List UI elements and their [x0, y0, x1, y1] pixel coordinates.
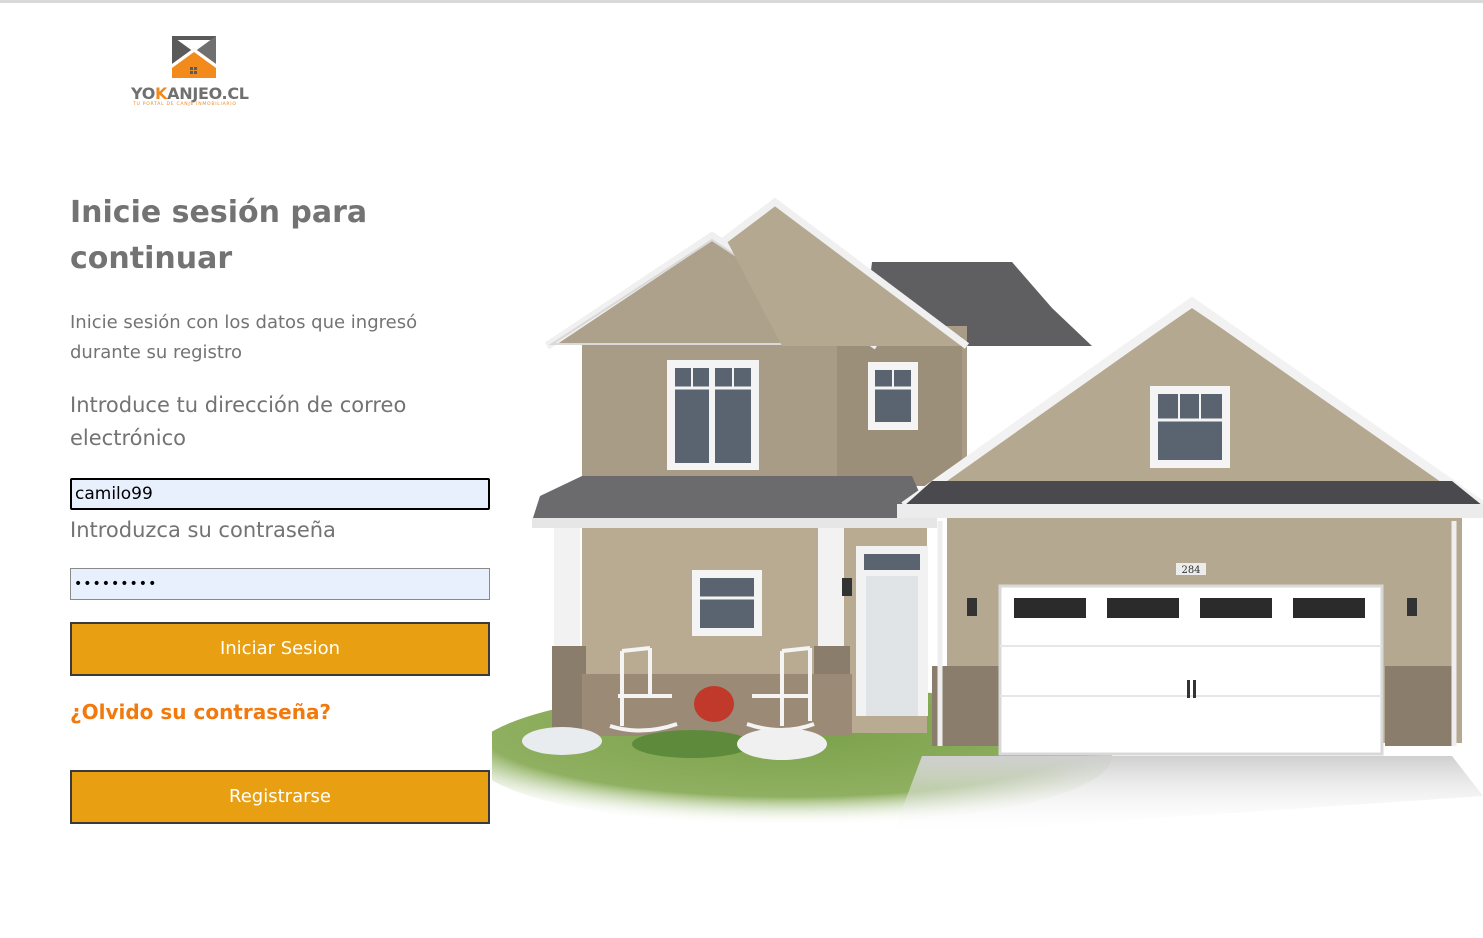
house-image: 284 [492, 197, 1483, 836]
login-subtitle: Inicie sesión con los datos que ingresó … [70, 312, 418, 363]
driveway [892, 756, 1483, 836]
brand-name: YOKANJEO.CL [131, 84, 249, 103]
porch-column-left [554, 528, 580, 646]
top-border [0, 0, 1483, 3]
brand-prefix: YO [131, 84, 156, 103]
register-button[interactable]: Registrarse [70, 770, 490, 824]
address-number: 284 [1181, 565, 1200, 576]
house-logo-icon [172, 36, 216, 78]
flower-bush [694, 686, 734, 722]
brand-suffix: ANJEO.CL [167, 84, 249, 103]
porch-window [692, 570, 762, 636]
lamp-garage-left [967, 598, 977, 616]
garage-door [998, 584, 1384, 756]
email-label: Introduce tu dirección de correo electró… [70, 393, 407, 450]
lamp-garage-right [1407, 598, 1417, 616]
brand-tagline: TU PORTAL DE CANJE INMOBILIARIO [133, 102, 237, 107]
login-form: Inicie sesión para continuar Inicie sesi… [70, 190, 490, 824]
gable-window [1150, 386, 1230, 468]
shrub-center [632, 730, 752, 758]
shrub-right [737, 728, 827, 760]
garage-roof [904, 481, 1483, 506]
login-button[interactable]: Iniciar Sesion [70, 622, 490, 676]
lamp-porch [842, 578, 852, 596]
upper-window-left [667, 360, 759, 470]
porch-roof [532, 476, 932, 521]
password-label: Introduzca su contraseña [70, 518, 336, 542]
brand-k: K [155, 84, 168, 103]
logo: YOKANJEO.CL TU PORTAL DE CANJE INMOBILIA… [128, 34, 268, 114]
porch-column-right [818, 528, 844, 646]
page-title: Inicie sesión para continuar [70, 195, 368, 276]
shrub-left [522, 727, 602, 755]
upper-window-right [868, 362, 918, 430]
front-door [856, 546, 928, 716]
password-field[interactable] [70, 568, 490, 600]
forgot-password-link[interactable]: ¿Olvido su contraseña? [70, 700, 490, 724]
email-field[interactable] [70, 478, 490, 510]
